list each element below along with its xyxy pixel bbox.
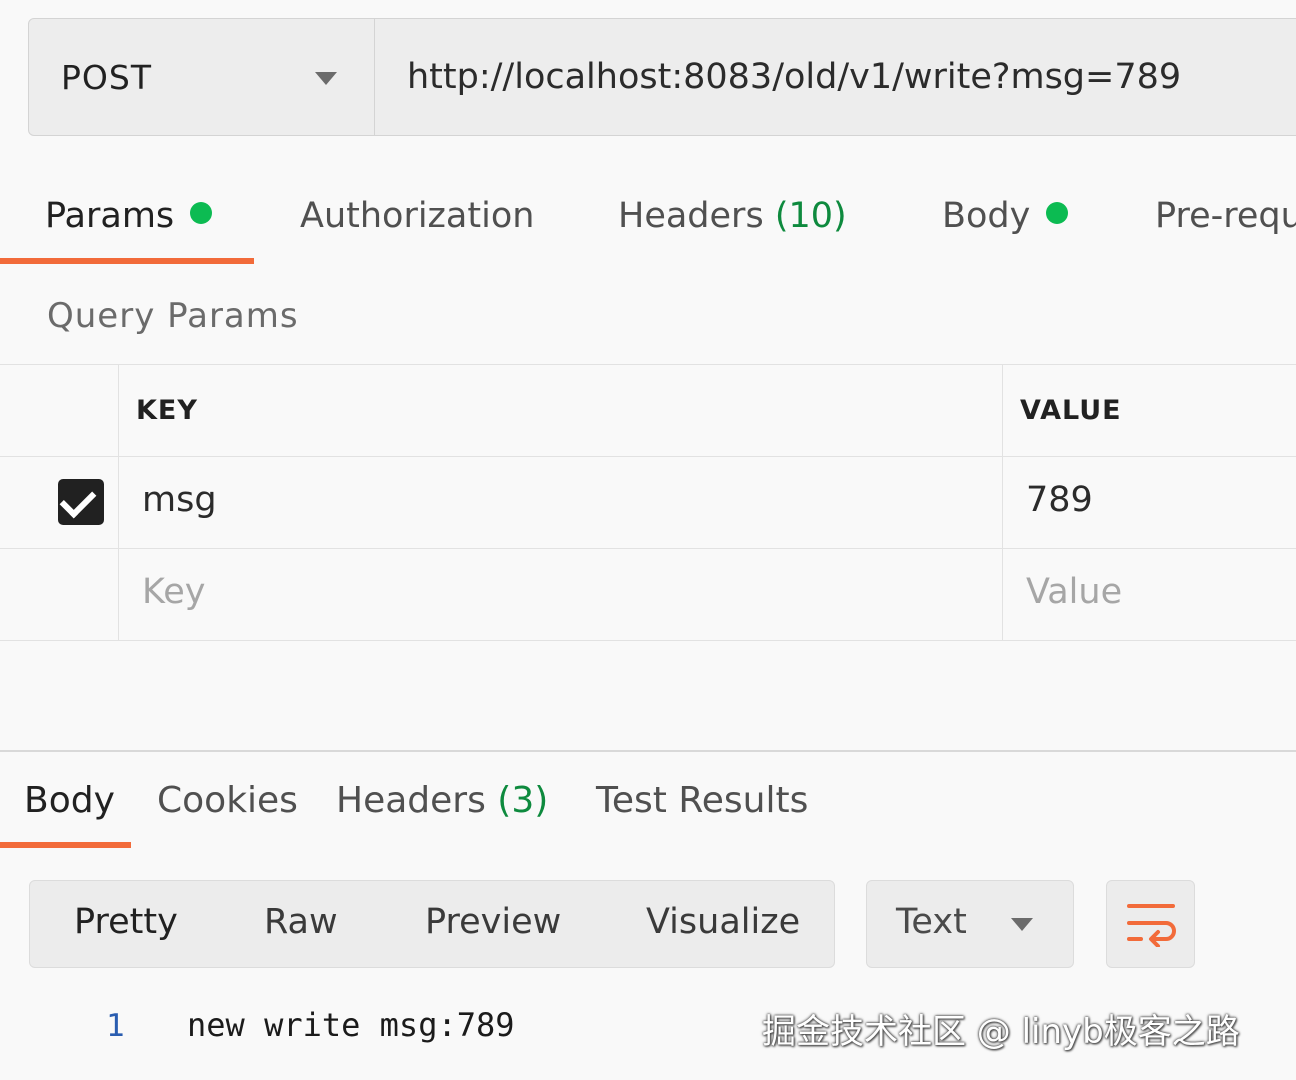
mode-raw[interactable]: Raw [264,902,338,942]
status-dot-icon [190,202,213,224]
divider [0,640,1296,641]
tab-pre-request[interactable]: Pre-requ [1155,196,1296,236]
response-tab-headers[interactable]: Headers (3) [336,780,548,821]
divider [0,364,1296,365]
tab-body-label: Body [942,196,1031,236]
active-response-tab-indicator [0,842,131,848]
response-tab-test-results[interactable]: Test Results [596,780,808,821]
method-select[interactable]: POST [29,19,375,135]
mode-pretty[interactable]: Pretty [74,902,178,942]
tab-pre-request-label: Pre-requ [1155,196,1296,236]
chevron-down-icon [315,72,337,85]
mode-visualize[interactable]: Visualize [646,902,800,942]
chevron-down-icon [1011,918,1033,931]
wrap-lines-icon [1126,904,1176,947]
new-value-input[interactable]: Value [1026,572,1122,612]
tab-headers[interactable]: Headers (10) [618,196,847,236]
method-label: POST [61,57,152,97]
url-input[interactable]: http://localhost:8083/old/v1/write?msg=7… [375,19,1296,135]
param-key-cell[interactable]: msg [142,480,217,520]
response-tab-headers-count: (3) [497,780,549,821]
divider [1002,364,1003,640]
request-url-bar: POST http://localhost:8083/old/v1/write?… [28,18,1296,136]
mode-preview[interactable]: Preview [425,902,561,942]
column-header-key: KEY [136,395,198,426]
response-tab-cookies[interactable]: Cookies [157,780,298,821]
wrap-lines-button[interactable] [1106,880,1195,968]
param-value-cell[interactable]: 789 [1026,480,1093,520]
divider [118,364,119,640]
tab-headers-count: (10) [774,196,847,236]
format-type-label: Text [896,902,967,942]
line-number: 1 [106,1008,125,1044]
response-tab-headers-label: Headers [336,780,486,821]
pane-divider[interactable] [0,750,1296,752]
column-header-value: VALUE [1020,395,1122,426]
tab-authorization-label: Authorization [300,196,535,236]
tab-body[interactable]: Body [942,196,1069,236]
divider [0,456,1296,457]
response-tab-body[interactable]: Body [24,780,115,821]
query-params-title: Query Params [47,296,299,336]
status-dot-icon [1046,202,1069,224]
tab-headers-label: Headers [618,196,764,236]
tab-params[interactable]: Params [45,196,213,236]
watermark: 掘金技术社区 @ linyb极客之路 [762,1012,1240,1052]
param-enabled-checkbox[interactable] [58,479,104,525]
tab-params-label: Params [45,196,175,236]
response-body-text: new write msg:789 [187,1006,515,1044]
active-tab-indicator [0,258,254,264]
divider [0,548,1296,549]
tab-authorization[interactable]: Authorization [300,196,534,236]
new-key-input[interactable]: Key [142,572,205,612]
